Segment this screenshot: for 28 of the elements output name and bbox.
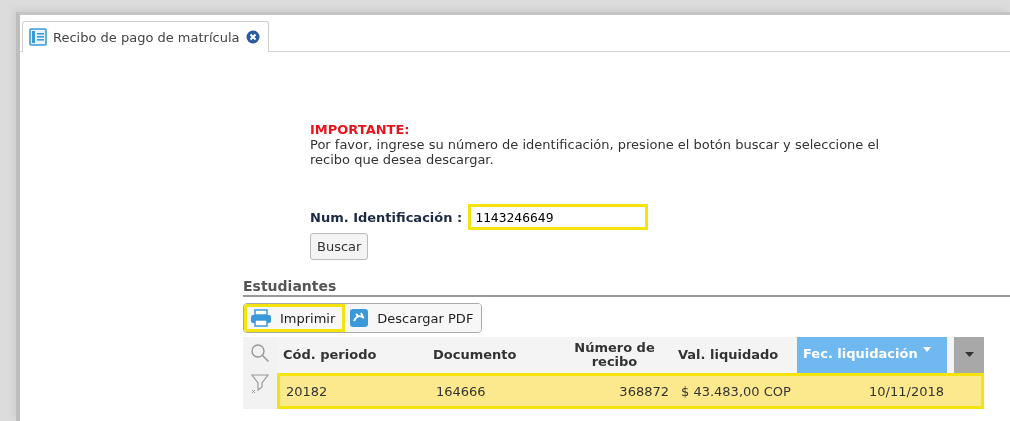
table-cell-text: 20182 bbox=[285, 383, 329, 399]
notice-text: Por favor, ingrese su número de identificación, presione el botón buscar y seleccione el recibo que desea descargar. bbox=[310, 137, 881, 167]
tab[interactable]: Recibo de pago de matrícula bbox=[22, 21, 269, 52]
search-button[interactable]: Buscar bbox=[310, 233, 369, 260]
column-menu-button[interactable] bbox=[954, 337, 984, 373]
print-button[interactable]: Imprimir bbox=[244, 304, 346, 332]
printer-icon bbox=[250, 309, 272, 327]
field-label: Num. Identificación : bbox=[310, 209, 463, 225]
table-cell-text: 164666 bbox=[435, 383, 487, 399]
search-icon bbox=[250, 343, 270, 363]
table-row[interactable]: 20182 164666 368872 $ 43.483,00 COP 10/11/2018 bbox=[277, 373, 984, 409]
document-icon bbox=[29, 28, 47, 46]
sort-caret-icon bbox=[922, 347, 931, 353]
column-header[interactable]: Documento bbox=[427, 337, 557, 373]
table-cell-text: $ 43.483,00 COP bbox=[680, 383, 792, 399]
caret-icon bbox=[964, 352, 974, 358]
filter-icon bbox=[250, 373, 270, 395]
notice-title: IMPORTANTE: bbox=[310, 122, 411, 137]
close-icon[interactable] bbox=[245, 30, 260, 44]
table-cell-text: 10/11/2018 bbox=[868, 383, 945, 399]
table-cell-text: 368872 bbox=[618, 383, 670, 399]
column-header[interactable]: Número de recibo bbox=[557, 337, 672, 373]
column-header[interactable]: Val. liquidado bbox=[672, 337, 797, 373]
section-title: Estudiantes bbox=[243, 278, 1010, 297]
tab-label: Recibo de pago de matrícula bbox=[53, 29, 240, 45]
input-field[interactable]: 1143246649 bbox=[468, 204, 649, 230]
download-pdf-button[interactable]: Descargar PDF bbox=[345, 304, 482, 332]
column-header[interactable]: Cód. periodo bbox=[277, 337, 427, 373]
